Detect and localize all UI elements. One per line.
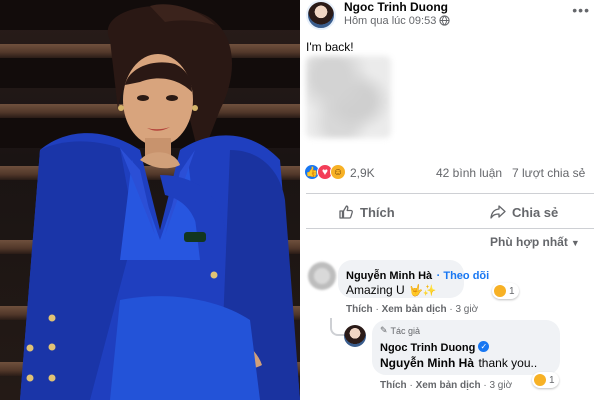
- haha-reaction-icon: [494, 285, 506, 297]
- author-name[interactable]: Ngoc Trinh Duong: [344, 0, 448, 14]
- woman-figure: [20, 4, 300, 400]
- comment-reaction-count: 1: [509, 285, 515, 297]
- share-count[interactable]: 7 lượt chia sẻ: [512, 166, 585, 180]
- share-button[interactable]: Chia sẻ: [490, 200, 558, 224]
- haha-reaction-icon[interactable]: ☺: [330, 164, 346, 180]
- comment-like-link[interactable]: Thích: [346, 304, 373, 315]
- reactions-summary: 👍 ♥ ☺ 2,9K 42 bình luận 7 lượt chia sẻ: [300, 164, 600, 184]
- reply-author-name[interactable]: Ngoc Trinh Duong: [380, 342, 475, 354]
- like-button-label: Thích: [360, 204, 395, 220]
- author-tag: ✎ Tác giả: [380, 325, 420, 336]
- pencil-icon: ✎: [380, 325, 388, 335]
- comment-bubble: Nguyễn Minh Hà · Theo dõi Amazing U 🤟✨: [338, 260, 489, 298]
- mention-link[interactable]: Nguyễn Minh Hà: [380, 356, 474, 370]
- emoji-icon: 🤟✨: [409, 285, 437, 297]
- comment-meta: Thích · Xem bản dịch · 3 giờ: [346, 304, 479, 315]
- sort-label: Phù hợp nhất: [490, 235, 568, 249]
- haha-reaction-icon: [534, 374, 546, 386]
- reply-time[interactable]: 3 giờ: [489, 380, 512, 391]
- thumbs-up-icon: [339, 205, 353, 219]
- reply-author-avatar[interactable]: [344, 325, 366, 347]
- share-arrow-icon: [490, 205, 506, 219]
- reply-reaction-count: 1: [549, 374, 555, 386]
- comment-sort-dropdown[interactable]: Phù hợp nhất ▼: [490, 235, 580, 249]
- author-avatar[interactable]: [306, 0, 336, 30]
- comment-reaction-badge[interactable]: 1: [492, 283, 519, 299]
- post-status-text: I'm back!: [306, 40, 354, 54]
- blurred-content: [306, 56, 391, 138]
- like-button[interactable]: Thích: [338, 200, 395, 224]
- reaction-count[interactable]: 2,9K: [350, 166, 375, 180]
- comment-text: Amazing U: [346, 283, 405, 297]
- facebook-post: Ngoc Trinh Duong Hôm qua lúc 09:53 ••• I…: [300, 0, 600, 400]
- divider: [306, 193, 594, 194]
- post-photo: [0, 0, 300, 400]
- reply-reaction-badge[interactable]: 1: [532, 372, 559, 388]
- share-button-label: Chia sẻ: [512, 204, 559, 220]
- follow-button[interactable]: · Theo dõi: [437, 270, 490, 282]
- reply-text: thank you..: [478, 356, 538, 370]
- author-tag-label: Tác giả: [390, 325, 421, 336]
- reply-translate-link[interactable]: Xem bản dịch: [416, 380, 481, 391]
- reply-bubble: ✎ Tác giả Ngoc Trinh Duong ✓ Nguyễn Minh …: [372, 320, 560, 375]
- commenter-avatar[interactable]: [308, 262, 336, 290]
- comment-time[interactable]: 3 giờ: [455, 304, 478, 315]
- reply-like-link[interactable]: Thích: [380, 380, 407, 391]
- reply-meta: Thích · Xem bản dịch · 3 giờ: [380, 380, 513, 391]
- verified-icon: ✓: [478, 341, 490, 353]
- reply-thread-line: [330, 318, 344, 336]
- comment-count[interactable]: 42 bình luận: [436, 166, 502, 180]
- globe-icon: [439, 15, 450, 26]
- post-timestamp[interactable]: Hôm qua lúc 09:53: [344, 15, 436, 27]
- more-icon[interactable]: •••: [572, 2, 590, 18]
- caret-down-icon: ▼: [570, 238, 580, 248]
- comment-translate-link[interactable]: Xem bản dịch: [382, 304, 447, 315]
- divider: [306, 228, 594, 229]
